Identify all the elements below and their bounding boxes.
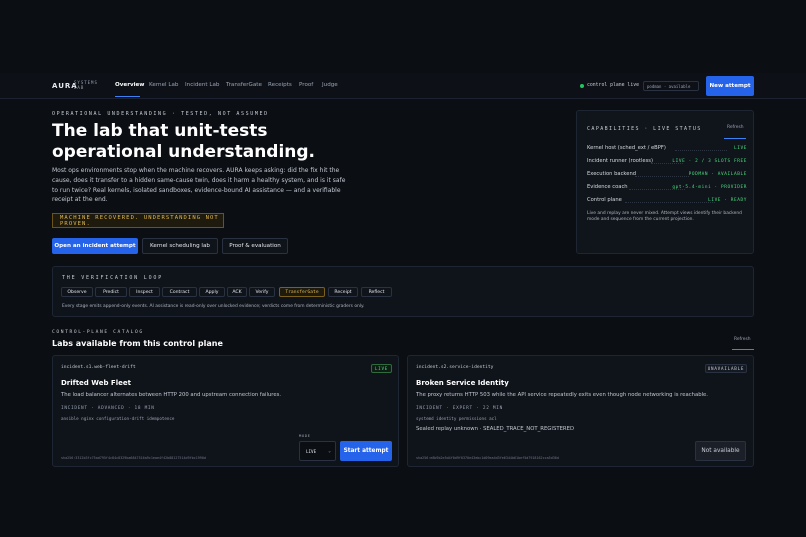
loop-step-observe[interactable]: Observe	[61, 287, 93, 297]
lab-title: Drifted Web Fleet	[61, 379, 131, 387]
loop-step-apply[interactable]: Apply	[199, 287, 225, 297]
verification-loop-panel: THE VERIFICATION LOOP Observe Predict In…	[52, 266, 754, 317]
nav-overview[interactable]: Overview	[115, 82, 144, 88]
verification-loop-title: THE VERIFICATION LOOP	[62, 275, 164, 281]
leader-dots	[675, 150, 727, 151]
capability-label: Kernel host (sched_ext / eBPF)	[587, 145, 666, 151]
capability-label: Incident runner (rootless)	[587, 158, 654, 164]
lab-id: incident.s2.service-identity	[416, 365, 494, 370]
loop-step-verify[interactable]: Verify	[249, 287, 275, 297]
brand-subtitle: SYSTEMS LAB	[74, 80, 98, 90]
nav-proof[interactable]: Proof	[299, 82, 313, 88]
lab-title: Broken Service Identity	[416, 379, 509, 387]
nav-judge[interactable]: Judge	[322, 82, 338, 88]
nav-kernel-lab[interactable]: Kernel Lab	[149, 82, 178, 88]
lab-tags: systemd identity permissions acl	[416, 416, 497, 421]
status-live-dot-icon	[580, 84, 584, 88]
warning-banner: MACHINE RECOVERED. UNDERSTANDING NOT PRO…	[52, 213, 224, 228]
catalog-eyebrow: CONTROL-PLANE CATALOG	[52, 330, 144, 335]
loop-step-contract[interactable]: Contract	[162, 287, 197, 297]
verification-loop-note: Every stage emits append-only events. AI…	[62, 304, 365, 309]
nav-incident-lab[interactable]: Incident Lab	[185, 82, 219, 88]
capability-row: Kernel host (sched_ext / eBPF) LIVE	[587, 145, 747, 153]
mode-label: MODE	[299, 433, 311, 438]
catalog-title: Labs available from this control plane	[52, 339, 223, 348]
lab-description: The load balancer alternates between HTT…	[61, 392, 282, 398]
refresh-underline	[732, 349, 754, 350]
capability-row: Execution backend PODMAN · AVAILABLE	[587, 171, 747, 179]
capability-status: PODMAN · AVAILABLE	[688, 172, 747, 177]
capability-status: LIVE · 2 / 3 SLOTS FREE	[672, 159, 747, 164]
mode-selected-value: LIVE	[306, 449, 317, 454]
leader-dots	[635, 176, 689, 177]
status-badge: UNAVAILABLE	[705, 364, 747, 373]
leader-dots	[625, 202, 715, 203]
catalog-refresh-link[interactable]: Refresh	[734, 337, 751, 342]
capability-label: Control plane	[587, 197, 622, 203]
lab-id: incident.s1.web-fleet-drift	[61, 365, 136, 370]
start-attempt-button[interactable]: Start attempt	[340, 441, 392, 461]
open-incident-attempt-button[interactable]: Open an incident attempt	[52, 238, 138, 254]
loop-step-ack[interactable]: ACK	[227, 287, 247, 297]
lab-hash: sha256:e8b9b2e5d4f0d9f0370e43ebc1d09ea4d…	[416, 456, 559, 460]
new-attempt-button[interactable]: New attempt	[706, 76, 754, 96]
loop-step-transfergate[interactable]: TransferGate	[279, 287, 325, 297]
proof-evaluation-button[interactable]: Proof & evaluation	[222, 238, 288, 254]
backend-status-pill: podman · available	[643, 81, 699, 91]
replay-status: Sealed replay unknown · SEALED_TRACE_NOT…	[416, 426, 575, 432]
nav-receipts[interactable]: Receipts	[268, 82, 292, 88]
loop-step-reflect[interactable]: Reflect	[361, 287, 392, 297]
capabilities-refresh-link[interactable]: Refresh	[727, 125, 744, 130]
lab-card: incident.s2.service-identity UNAVAILABLE…	[407, 355, 754, 467]
not-available-button[interactable]: Not available	[695, 441, 746, 461]
refresh-underline	[724, 138, 746, 139]
lab-description: The proxy returns HTTP 503 while the API…	[416, 392, 708, 398]
capabilities-title: CAPABILITIES · LIVE STATUS	[587, 126, 702, 132]
chevron-down-icon: ⌄	[328, 449, 331, 454]
loop-step-predict[interactable]: Predict	[95, 287, 127, 297]
lab-tags: ansible nginx configuration-drift idempo…	[61, 416, 175, 421]
capability-row: Evidence coach gpt-5.4-mini · PROVIDER	[587, 184, 747, 192]
kernel-scheduling-lab-button[interactable]: Kernel scheduling lab	[142, 238, 218, 254]
nav-active-indicator	[115, 96, 140, 97]
mode-select[interactable]: LIVE ⌄	[299, 441, 336, 461]
capability-label: Execution backend	[587, 171, 637, 177]
loop-step-inspect[interactable]: Inspect	[129, 287, 160, 297]
hero-description: Most ops environments stop when the mach…	[52, 167, 346, 204]
capability-status: LIVE	[734, 146, 747, 151]
hero-eyebrow: OPERATIONAL UNDERSTANDING · TESTED, NOT …	[52, 111, 269, 117]
capability-label: Evidence coach	[587, 184, 628, 190]
capability-row: Incident runner (rootless) LIVE · 2 / 3 …	[587, 158, 747, 166]
capability-status: LIVE · READY	[708, 198, 747, 203]
capabilities-panel: CAPABILITIES · LIVE STATUS Refresh Kerne…	[576, 110, 754, 254]
loop-step-receipt[interactable]: Receipt	[328, 287, 358, 297]
status-badge: LIVE	[371, 364, 392, 373]
capability-row: Control plane LIVE · READY	[587, 197, 747, 205]
control-plane-status: control plane live	[587, 83, 639, 88]
capability-status: gpt-5.4-mini · PROVIDER	[672, 185, 747, 190]
lab-meta: INCIDENT · EXPERT · 22 MIN	[416, 406, 503, 411]
lab-meta: INCIDENT · ADVANCED · 18 MIN	[61, 406, 155, 411]
capabilities-note: Live and replay are never mixed. Attempt…	[587, 211, 742, 223]
lab-hash: sha256:3312b3fc75ad795f4c84c8329ba684751…	[61, 456, 206, 460]
lab-card: incident.s1.web-fleet-drift LIVE Drifted…	[52, 355, 399, 467]
hero-title: The lab that unit-tests operational unde…	[52, 121, 316, 162]
nav-transfergate[interactable]: TransferGate	[226, 82, 262, 88]
